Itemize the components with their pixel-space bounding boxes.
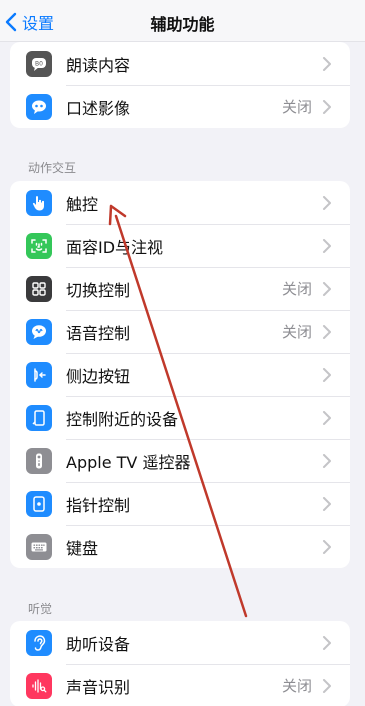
row-label: Apple TV 遥控器 [66,452,191,472]
sound-wave-icon [26,672,52,699]
row-label: 指针控制 [66,495,131,515]
row-label: 触控 [66,194,99,214]
chevron-right-icon [323,496,331,511]
page-title: 辅助功能 [150,15,215,34]
row-label: 控制附近的设备 [66,409,179,429]
tv-remote-icon [26,447,52,474]
chevron-right-icon [323,238,331,253]
settings-row-switch-control[interactable]: 切换控制 关闭 [10,267,350,310]
interaction-group: 触控 面容ID与注视 切换控制 关闭 语音控制 关闭 侧边按钮 控制附近的设备 … [10,181,350,568]
row-value: 关闭 [281,323,312,341]
chevron-right-icon [323,99,331,114]
chevron-right-icon [323,410,331,425]
section-header-interaction: 动作交互 [28,161,77,175]
nearby-device-icon [26,404,52,431]
hearing-group: 助听设备 声音识别 关闭 [10,621,350,706]
voice-control-icon [26,318,52,345]
settings-row-pointer-control[interactable]: 指针控制 [10,482,350,525]
settings-row-speak-content[interactable]: B0 朗读内容 [10,42,350,85]
chevron-right-icon [323,281,331,296]
row-value: 关闭 [281,98,312,116]
settings-row-control-nearby-devices[interactable]: 控制附近的设备 [10,396,350,439]
chevron-right-icon [323,324,331,339]
chevron-right-icon [323,678,331,693]
settings-row-voice-control[interactable]: 语音控制 关闭 [10,310,350,353]
navigation-bar: 设置 辅助功能 [0,0,365,42]
row-label: 面容ID与注视 [66,237,164,257]
vision-group: B0 朗读内容 口述影像 关闭 [10,42,350,128]
keyboard-icon [26,533,52,560]
section-header-hearing: 听觉 [28,602,53,616]
chevron-right-icon [323,195,331,210]
ear-icon [26,629,52,656]
quote-bubble-icon [26,93,52,120]
pointer-icon [26,490,52,517]
row-value: 关闭 [281,280,312,298]
hand-touch-icon [26,189,52,216]
settings-row-face-id-attention[interactable]: 面容ID与注视 [10,224,350,267]
row-value: 关闭 [281,677,312,695]
speech-bubble-icon: B0 [26,50,52,77]
settings-row-audio-descriptions[interactable]: 口述影像 关闭 [10,85,350,128]
row-label: 侧边按钮 [66,366,131,386]
chevron-right-icon [323,539,331,554]
row-label: 助听设备 [66,634,131,654]
row-label: 键盘 [66,538,99,558]
settings-row-side-button[interactable]: 侧边按钮 [10,353,350,396]
settings-row-touch[interactable]: 触控 [10,181,350,224]
chevron-right-icon [323,367,331,382]
svg-text:B0: B0 [35,60,43,67]
settings-row-sound-recognition[interactable]: 声音识别 关闭 [10,664,350,706]
chevron-right-icon [323,453,331,468]
row-label: 口述影像 [66,98,131,118]
settings-row-keyboards[interactable]: 键盘 [10,525,350,568]
row-label: 切换控制 [66,280,131,300]
settings-row-hearing-devices[interactable]: 助听设备 [10,621,350,664]
face-id-icon [26,232,52,259]
settings-row-apple-tv-remote[interactable]: Apple TV 遥控器 [10,439,350,482]
row-label: 声音识别 [66,677,131,697]
chevron-right-icon [323,635,331,650]
side-button-icon [26,361,52,388]
chevron-right-icon [323,56,331,71]
grid-icon [26,275,52,302]
row-label: 语音控制 [66,323,131,343]
row-label: 朗读内容 [66,55,131,75]
